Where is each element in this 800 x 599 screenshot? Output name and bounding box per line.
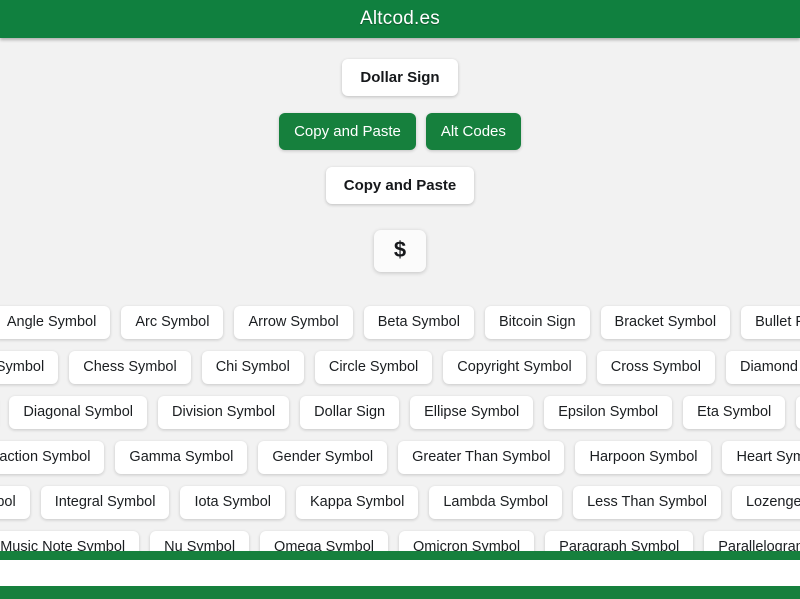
footer-gap bbox=[0, 560, 800, 586]
tag-item[interactable]: Mark Symbol bbox=[0, 351, 59, 384]
tag-item[interactable]: Omicron Symbol bbox=[398, 531, 535, 553]
main-content: Dollar Sign Copy and Paste Alt Codes Cop… bbox=[0, 38, 800, 553]
tag-item[interactable]: Greater Than Symbol bbox=[398, 441, 565, 474]
site-header: Altcod.es bbox=[0, 0, 800, 38]
tag-item[interactable]: Lambda Symbol bbox=[429, 486, 563, 519]
tag-item[interactable]: Beta Symbol bbox=[363, 306, 474, 339]
tag-item[interactable]: Eta Symbol bbox=[683, 396, 786, 429]
tag-item[interactable]: Chi Symbol bbox=[201, 351, 304, 384]
tag-item[interactable]: Omega Symbol bbox=[260, 531, 388, 553]
action-buttons-row: Copy and Paste Alt Codes bbox=[0, 113, 800, 150]
footer-bottom-bar bbox=[0, 586, 800, 599]
tag-item[interactable]: Fraction Symbol bbox=[0, 441, 105, 474]
tag-item[interactable]: Euro Sign bbox=[796, 396, 800, 429]
tag-item[interactable]: Bullet Point Symbol bbox=[741, 306, 800, 339]
tag-item[interactable]: Diagonal Symbol bbox=[9, 396, 148, 429]
symbol-glyph-row: $ bbox=[0, 230, 800, 272]
tag-item[interactable]: Bitcoin Sign bbox=[484, 306, 590, 339]
tag-item[interactable]: Circle Symbol bbox=[314, 351, 433, 384]
page-root: Altcod.es Dollar Sign Copy and Paste Alt… bbox=[0, 0, 800, 599]
copy-and-paste-nav-button[interactable]: Copy and Paste bbox=[279, 113, 416, 150]
site-title: Altcod.es bbox=[360, 8, 440, 29]
tag-item[interactable]: Integral Symbol bbox=[40, 486, 170, 519]
copy-button-row: Copy and Paste bbox=[0, 167, 800, 204]
tag-row: Fraction Symbol Gamma Symbol Gender Symbol… bbox=[0, 435, 800, 480]
tag-item[interactable]: Nu Symbol bbox=[150, 531, 250, 553]
tag-row: ymbolAngle SymbolArc SymbolArrow SymbolB… bbox=[0, 300, 800, 345]
tag-item[interactable]: Paragraph Symbol bbox=[545, 531, 694, 553]
dollar-sign-glyph-button[interactable]: $ bbox=[373, 230, 427, 272]
tag-item[interactable]: Kappa Symbol bbox=[296, 486, 419, 519]
tag-item[interactable]: Harpoon Symbol bbox=[575, 441, 712, 474]
tag-item[interactable]: Division Symbol bbox=[158, 396, 290, 429]
tag-item[interactable]: Iota Symbol bbox=[180, 486, 286, 519]
tag-item[interactable]: Arc Symbol bbox=[121, 306, 224, 339]
tag-item[interactable]: Gamma Symbol bbox=[115, 441, 248, 474]
tag-item[interactable]: Parallelogram Symbol bbox=[704, 531, 800, 553]
tag-item[interactable]: Lozenge Symbol bbox=[731, 486, 800, 519]
page-title-row: Dollar Sign bbox=[0, 59, 800, 96]
tag-item[interactable]: Angle Symbol bbox=[0, 306, 111, 339]
tag-item[interactable]: Epsilon Symbol bbox=[544, 396, 673, 429]
tag-item[interactable]: Copyright Symbol bbox=[443, 351, 586, 384]
tag-item[interactable]: Ellipse Symbol bbox=[410, 396, 534, 429]
tag-item[interactable]: Heart Symbol bbox=[722, 441, 800, 474]
tag-item[interactable]: y Symbol bbox=[0, 486, 30, 519]
tag-row: Mark Symbol Chess Symbol Chi Symbol Circle … bbox=[0, 345, 800, 390]
alt-codes-nav-button[interactable]: Alt Codes bbox=[425, 113, 521, 150]
tag-item[interactable]: Music Note Symbol bbox=[0, 531, 140, 553]
tag-row: SymbolDiagonal SymbolDivision SymbolDoll… bbox=[0, 390, 800, 435]
footer-top-bar bbox=[0, 551, 800, 560]
copy-and-paste-button[interactable]: Copy and Paste bbox=[325, 167, 475, 204]
tag-item[interactable]: Dollar Sign bbox=[300, 396, 400, 429]
tag-row: y Symbol Integral Symbol Iota Symbol Kappa … bbox=[0, 480, 800, 525]
tag-row: olMusic Note SymbolNu SymbolOmega Symbol… bbox=[0, 525, 800, 553]
page-title-button[interactable]: Dollar Sign bbox=[342, 59, 458, 96]
tag-item[interactable]: Diamond Symbol bbox=[725, 351, 800, 384]
tag-item[interactable]: Cross Symbol bbox=[596, 351, 715, 384]
tag-item[interactable]: Less Than Symbol bbox=[573, 486, 721, 519]
tag-item[interactable]: Arrow Symbol bbox=[234, 306, 353, 339]
tag-item[interactable]: Gender Symbol bbox=[258, 441, 388, 474]
tag-cloud: ymbolAngle SymbolArc SymbolArrow SymbolB… bbox=[0, 300, 800, 553]
tag-item[interactable]: Chess Symbol bbox=[69, 351, 191, 384]
tag-item[interactable]: Bracket Symbol bbox=[600, 306, 731, 339]
